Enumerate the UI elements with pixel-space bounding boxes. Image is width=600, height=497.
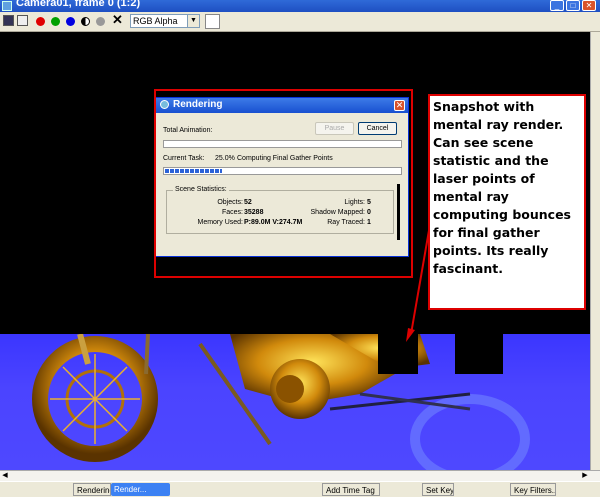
horizontal-scrollbar[interactable]: ◀ ▶ <box>0 470 600 481</box>
scroll-right-icon[interactable]: ▶ <box>580 471 590 481</box>
taskbar: Rendering Render... Add Time Tag Set Key… <box>0 481 600 497</box>
annotation-callout: Snapshot with mental ray render. Can see… <box>428 94 586 310</box>
taskbar-item-render[interactable]: Render... <box>111 483 170 496</box>
taskbar-item-rendering[interactable]: Rendering <box>73 483 111 496</box>
key-filters-button[interactable]: Key Filters... <box>510 483 556 496</box>
scroll-left-icon[interactable]: ◀ <box>0 471 10 481</box>
callout-text: Snapshot with mental ray render. Can see… <box>433 99 571 276</box>
add-time-tag-button[interactable]: Add Time Tag <box>322 483 380 496</box>
set-key-button[interactable]: Set Key <box>422 483 454 496</box>
